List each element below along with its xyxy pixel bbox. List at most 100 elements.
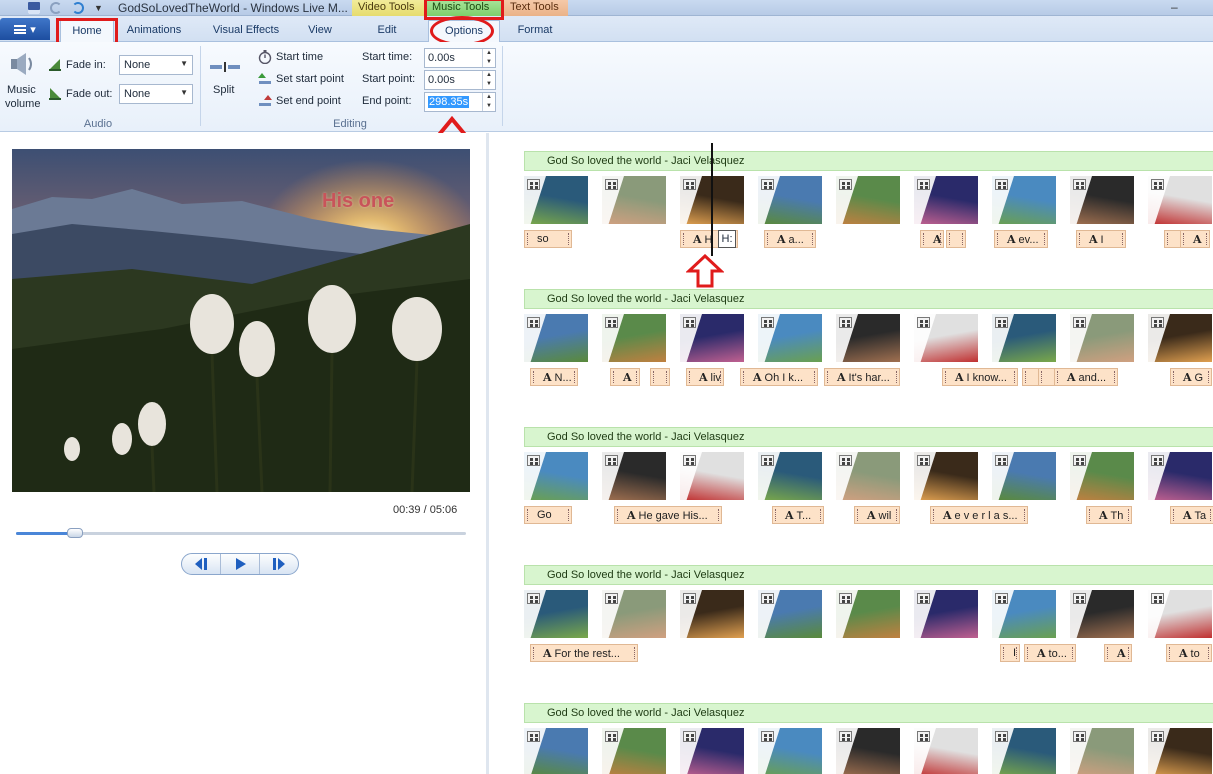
video-clip-thumbnail[interactable] xyxy=(758,314,822,362)
video-clip-thumbnail[interactable] xyxy=(758,452,822,500)
video-clip-thumbnail[interactable] xyxy=(524,176,588,224)
text-caption-clip[interactable]: Ae v e r l a s... xyxy=(930,506,1028,524)
seek-bar[interactable] xyxy=(16,528,466,538)
text-caption-clip[interactable]: A He gave His... xyxy=(614,506,722,524)
text-caption-clip[interactable]: Aliv xyxy=(686,368,724,386)
text-caption-clip[interactable]: A Th xyxy=(1086,506,1132,524)
minimize-icon[interactable]: – xyxy=(1171,0,1183,14)
app-menu-button[interactable]: ▾ xyxy=(0,18,50,40)
video-clip-thumbnail[interactable] xyxy=(758,728,822,774)
set-end-point-button[interactable]: Set end point xyxy=(276,95,341,107)
video-clip-thumbnail[interactable] xyxy=(1070,314,1134,362)
video-clip-thumbnail[interactable] xyxy=(602,314,666,362)
video-clip-thumbnail[interactable] xyxy=(914,314,978,362)
text-caption-clip[interactable]: A xyxy=(1104,644,1132,662)
text-caption-clip[interactable] xyxy=(946,230,966,248)
split-label[interactable]: Split xyxy=(213,84,234,96)
qat-dropdown-icon[interactable]: ▼ xyxy=(94,3,103,13)
music-track-bar[interactable]: God So loved the world - Jaci Velasquez xyxy=(524,703,1213,723)
tab-edit[interactable]: Edit xyxy=(354,20,420,42)
video-clip-thumbnail[interactable] xyxy=(524,728,588,774)
set-start-point-button[interactable]: Set start point xyxy=(276,73,344,85)
text-caption-clip[interactable]: AI xyxy=(1076,230,1126,248)
text-caption-clip[interactable]: Ato... xyxy=(1024,644,1076,662)
text-caption-clip[interactable]: A xyxy=(920,230,944,248)
seek-bar-thumb[interactable] xyxy=(66,528,83,538)
video-clip-thumbnail[interactable] xyxy=(602,590,666,638)
video-clip-thumbnail[interactable] xyxy=(524,452,588,500)
video-clip-thumbnail[interactable] xyxy=(680,314,744,362)
text-caption-clip[interactable]: A Oh I k... xyxy=(740,368,818,386)
video-clip-thumbnail[interactable] xyxy=(524,590,588,638)
video-clip-thumbnail[interactable] xyxy=(914,452,978,500)
music-track-bar[interactable]: God So loved the world - Jaci Velasquez xyxy=(524,565,1213,585)
video-clip-thumbnail[interactable] xyxy=(680,728,744,774)
text-caption-clip[interactable]: A For the rest... xyxy=(530,644,638,662)
next-frame-button[interactable] xyxy=(260,554,298,574)
video-clip-thumbnail[interactable] xyxy=(992,176,1056,224)
tab-animations[interactable]: Animations xyxy=(118,20,190,42)
video-clip-thumbnail[interactable] xyxy=(836,728,900,774)
end-point-value[interactable]: 298.35s xyxy=(428,96,470,108)
video-clip-thumbnail[interactable] xyxy=(680,452,744,500)
music-track-bar[interactable]: God So loved the world - Jaci Velasquez xyxy=(524,427,1213,447)
text-caption-clip[interactable]: A T... xyxy=(772,506,824,524)
text-caption-clip[interactable]: Go xyxy=(524,506,572,524)
video-clip-thumbnail[interactable] xyxy=(758,176,822,224)
video-clip-thumbnail[interactable] xyxy=(524,314,588,362)
video-clip-thumbnail[interactable] xyxy=(836,176,900,224)
text-caption-clip[interactable]: so xyxy=(524,230,572,248)
text-caption-clip[interactable]: A xyxy=(1180,230,1210,248)
video-clip-thumbnail[interactable] xyxy=(914,176,978,224)
video-clip-thumbnail[interactable] xyxy=(602,728,666,774)
redo-icon[interactable] xyxy=(72,2,84,14)
video-clip-thumbnail[interactable] xyxy=(1148,590,1212,638)
video-clip-thumbnail[interactable] xyxy=(680,590,744,638)
video-clip-thumbnail[interactable] xyxy=(914,590,978,638)
video-clip-thumbnail[interactable] xyxy=(1148,452,1212,500)
text-caption-clip[interactable]: Aa... xyxy=(764,230,816,248)
text-caption-clip[interactable]: Awil xyxy=(854,506,900,524)
text-caption-clip[interactable]: Aand... xyxy=(1054,368,1118,386)
music-volume-icon[interactable] xyxy=(8,50,36,78)
start-time-button[interactable]: Start time xyxy=(276,51,323,63)
video-clip-thumbnail[interactable] xyxy=(992,590,1056,638)
music-track-bar[interactable]: God So loved the world - Jaci Velasquez xyxy=(524,289,1213,309)
play-button[interactable] xyxy=(221,554,260,574)
tab-view[interactable]: View xyxy=(296,20,344,42)
text-caption-clip[interactable]: A Ta xyxy=(1170,506,1213,524)
video-clip-thumbnail[interactable] xyxy=(836,590,900,638)
start-time-spin-buttons[interactable]: ▲ ▼ xyxy=(482,49,495,67)
start-time-spinner[interactable]: 0.00s ▲ ▼ xyxy=(424,48,496,68)
previous-frame-button[interactable] xyxy=(182,554,221,574)
video-clip-thumbnail[interactable] xyxy=(602,452,666,500)
music-track-bar[interactable]: God So loved the world - Jaci Velasquez xyxy=(524,151,1213,171)
video-clip-thumbnail[interactable] xyxy=(1148,728,1212,774)
video-clip-thumbnail[interactable] xyxy=(992,728,1056,774)
start-point-spinner[interactable]: 0.00s ▲ ▼ xyxy=(424,70,496,90)
music-volume-label-1[interactable]: Music xyxy=(7,84,36,96)
video-clip-thumbnail[interactable] xyxy=(758,590,822,638)
fade-out-dropdown[interactable]: None ▼ xyxy=(119,84,193,104)
video-clip-thumbnail[interactable] xyxy=(1070,728,1134,774)
video-clip-thumbnail[interactable] xyxy=(1148,314,1212,362)
text-caption-clip[interactable] xyxy=(650,368,670,386)
tab-format[interactable]: Format xyxy=(504,20,566,42)
tab-visual-effects[interactable]: Visual Effects xyxy=(200,20,292,42)
playhead[interactable] xyxy=(711,143,713,256)
video-preview[interactable] xyxy=(12,149,470,492)
end-point-spinner[interactable]: 298.35s ▲ ▼ xyxy=(424,92,496,112)
start-point-spin-buttons[interactable]: ▲ ▼ xyxy=(482,71,495,89)
video-clip-thumbnail[interactable] xyxy=(836,452,900,500)
video-clip-thumbnail[interactable] xyxy=(1070,590,1134,638)
text-caption-clip[interactable]: A It's har... xyxy=(824,368,900,386)
video-clip-thumbnail[interactable] xyxy=(836,314,900,362)
text-caption-clip[interactable]: Aev... xyxy=(994,230,1048,248)
save-icon[interactable] xyxy=(28,2,40,14)
end-point-spin-buttons[interactable]: ▲ ▼ xyxy=(482,93,495,111)
storyboard[interactable]: God So loved the world - Jaci Velasquez s… xyxy=(489,133,1213,774)
text-caption-clip[interactable]: Ato xyxy=(1166,644,1212,662)
undo-icon[interactable] xyxy=(50,2,62,14)
split-icon[interactable] xyxy=(210,62,240,72)
video-clip-thumbnail[interactable] xyxy=(1148,176,1212,224)
